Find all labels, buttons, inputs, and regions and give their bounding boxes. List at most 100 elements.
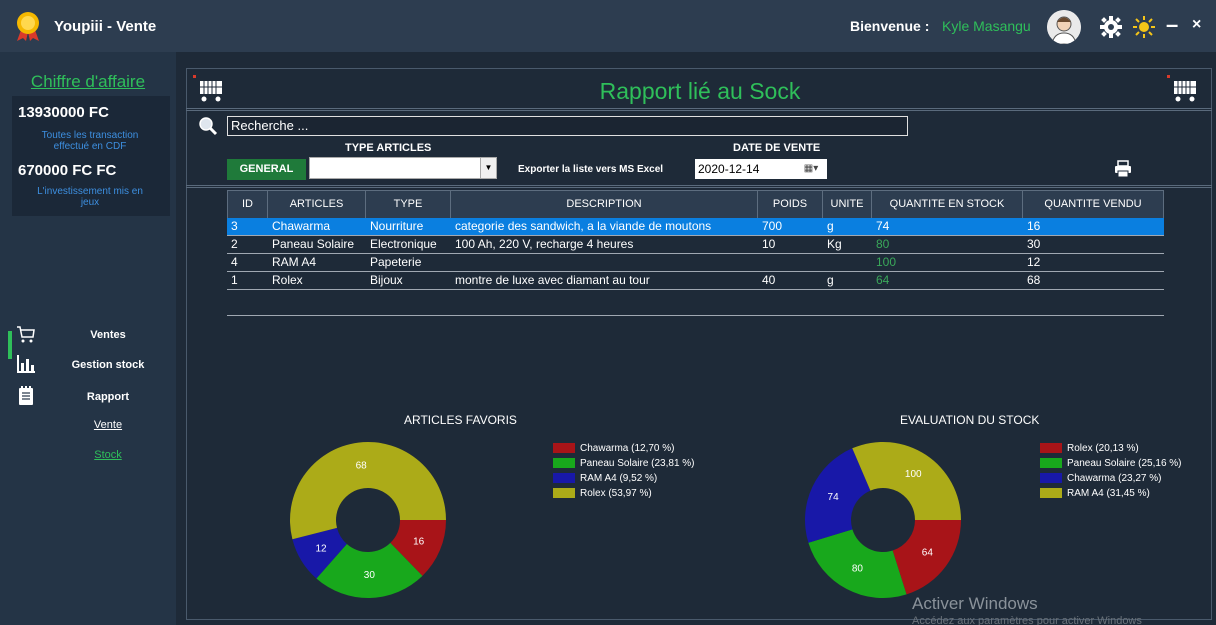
cell-id: 2 <box>231 237 238 251</box>
column-header-quantite-vendu[interactable]: QUANTITE VENDU <box>1023 190 1164 218</box>
cell-quantite-stock: 80 <box>876 237 890 251</box>
cell-type: Bijoux <box>370 273 403 287</box>
legend-label: Paneau Solaire (23,81 %) <box>580 457 695 469</box>
award-logo-icon <box>17 12 39 41</box>
cell-unite: Kg <box>827 237 842 251</box>
print-icon[interactable] <box>1114 160 1132 178</box>
donut-value-label: 30 <box>364 570 376 581</box>
legend-evaluation: Rolex (20,13 %) Paneau Solaire (25,16 %)… <box>1040 441 1182 501</box>
nav-item-ventes[interactable]: Ventes <box>50 329 166 341</box>
cell-quantite-vendu: 68 <box>1027 273 1041 287</box>
legend-item: Chawarma (12,70 %) <box>553 441 695 455</box>
cell-quantite-stock: 74 <box>876 219 890 233</box>
donut-value-label: 12 <box>316 544 328 555</box>
activation-watermark-text: Accédez aux paramètres pour activer Wind… <box>912 615 1142 625</box>
date-vente-label: DATE DE VENTE <box>733 142 821 154</box>
legend-favoris: Chawarma (12,70 %) Paneau Solaire (23,81… <box>553 441 695 501</box>
legend-item: Rolex (20,13 %) <box>1040 441 1182 455</box>
cell-unite: g <box>827 219 834 233</box>
cell-poids: 10 <box>762 237 776 251</box>
activation-watermark-title: Activer Windows <box>912 594 1038 613</box>
notepad-icon <box>19 386 33 405</box>
username: Kyle Masangu <box>942 18 1031 34</box>
column-header-id[interactable]: ID <box>227 190 268 218</box>
legend-swatch <box>1040 488 1062 498</box>
legend-swatch <box>553 458 575 468</box>
donut-slice-ram-a4 <box>852 442 961 520</box>
column-header-type[interactable]: TYPE <box>366 190 451 218</box>
cell-poids <box>758 254 823 271</box>
cell-id: 3 <box>231 219 238 233</box>
cart-icon <box>1167 75 1196 102</box>
nav-item-gestion-stock[interactable]: Gestion stock <box>50 359 166 371</box>
cell-poids: 40 <box>762 273 776 287</box>
revenue-amount-cdf: 13930000 FC <box>18 104 109 121</box>
minimize-button[interactable]: – <box>1166 12 1178 38</box>
column-header-quantite-stock[interactable]: QUANTITE EN STOCK <box>872 190 1023 218</box>
sun-icon[interactable] <box>1133 16 1155 38</box>
cell-article: Paneau Solaire <box>272 237 355 251</box>
divider <box>186 185 1212 188</box>
bar-chart-icon <box>17 355 35 373</box>
legend-label: RAM A4 (31,45 %) <box>1067 487 1150 499</box>
table-header: ID ARTICLES TYPE DESCRIPTION POIDS UNITE… <box>227 190 1164 218</box>
column-header-articles[interactable]: ARTICLES <box>268 190 366 218</box>
legend-label: Paneau Solaire (25,16 %) <box>1067 457 1182 469</box>
date-picker[interactable]: 2020-12-14 ▦▾ <box>695 159 827 179</box>
table-row[interactable]: 3 Chawarma Nourriture categorie des sand… <box>227 218 1164 236</box>
donut-value-label: 80 <box>852 564 864 575</box>
donut-value-label: 68 <box>356 460 368 471</box>
cell-description: montre de luxe avec diamant au tour <box>455 273 650 287</box>
legend-swatch <box>1040 458 1062 468</box>
investment-note: L'investissement mis en jeux <box>37 186 143 208</box>
close-button[interactable]: × <box>1192 16 1201 34</box>
divider <box>186 108 1212 111</box>
type-articles-value <box>310 160 313 174</box>
cell-article: Rolex <box>272 273 303 287</box>
table-row[interactable]: 1 Rolex Bijoux montre de luxe avec diama… <box>227 272 1164 290</box>
column-header-poids[interactable]: POIDS <box>758 190 823 218</box>
table-row[interactable]: 4 RAM A4 Papeterie 100 12 <box>227 254 1164 272</box>
legend-label: Chawarma (12,70 %) <box>580 442 675 454</box>
title-bar: Youpiii - Vente Bienvenue : Kyle Masangu <box>0 0 1216 52</box>
chevron-down-icon[interactable]: ▼ <box>480 158 496 178</box>
donut-value-label: 100 <box>905 469 922 480</box>
export-excel-label[interactable]: Exporter la liste vers MS Excel <box>518 164 663 175</box>
legend-swatch <box>553 443 575 453</box>
column-header-description[interactable]: DESCRIPTION <box>451 190 758 218</box>
date-value: 2020-12-14 <box>698 162 760 176</box>
general-button[interactable]: GENERAL <box>227 159 306 180</box>
search-input[interactable]: Recherche ... <box>227 116 908 136</box>
cell-type: Nourriture <box>370 219 424 233</box>
legend-swatch <box>1040 443 1062 453</box>
cell-quantite-stock: 64 <box>876 273 890 287</box>
nav-sub-stock[interactable]: Stock <box>50 449 166 461</box>
welcome-label: Bienvenue : <box>850 18 930 34</box>
page-title: Rapport lié au Sock <box>599 78 801 104</box>
cart-icon <box>17 326 35 343</box>
cell-description: 100 Ah, 220 V, recharge 4 heures <box>455 237 634 251</box>
search-icon[interactable] <box>198 116 218 136</box>
cart-icon <box>193 75 222 102</box>
cell-article: RAM A4 <box>272 255 317 269</box>
cell-quantite-vendu: 30 <box>1027 237 1041 251</box>
gear-icon[interactable] <box>1100 16 1122 38</box>
legend-label: Chawarma (23,27 %) <box>1067 472 1162 484</box>
app-title: Youpiii - Vente <box>54 18 157 35</box>
cell-poids: 700 <box>762 219 783 233</box>
donut-chart-favoris: 16 30 12 68 <box>290 442 446 598</box>
cell-unite <box>823 254 872 271</box>
cell-description <box>451 254 758 271</box>
cell-quantite-stock: 100 <box>876 255 897 269</box>
cell-type: Papeterie <box>370 255 422 269</box>
column-header-unite[interactable]: UNITE <box>823 190 872 218</box>
table-row[interactable]: 2 Paneau Solaire Electronique 100 Ah, 22… <box>227 236 1164 254</box>
cell-quantite-vendu: 12 <box>1027 255 1041 269</box>
nav-item-rapport[interactable]: Rapport <box>50 391 166 403</box>
avatar[interactable] <box>1047 10 1081 44</box>
legend-label: RAM A4 (9,52 %) <box>580 472 658 484</box>
type-articles-select[interactable]: ▼ <box>309 157 497 179</box>
cell-id: 1 <box>231 273 238 287</box>
calendar-icon[interactable]: ▦▾ <box>797 161 825 177</box>
nav-sub-vente[interactable]: Vente <box>50 419 166 431</box>
